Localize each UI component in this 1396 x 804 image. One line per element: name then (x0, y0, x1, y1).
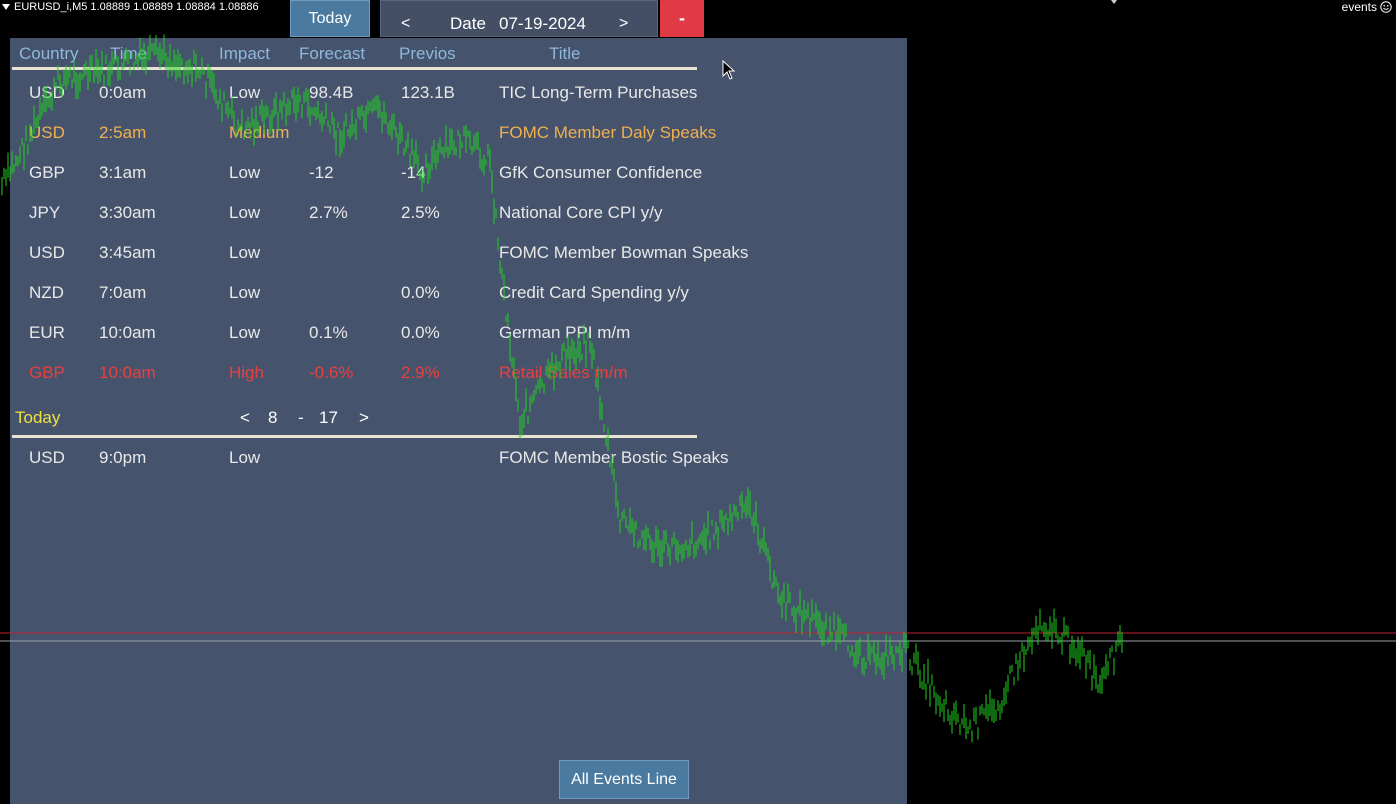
date-prev-button[interactable]: < (401, 15, 410, 33)
indicator-label: events (1342, 0, 1392, 14)
page-next-button[interactable]: > (359, 408, 369, 428)
event-impact: Low (229, 163, 261, 182)
event-impact: Low (229, 83, 261, 102)
date-next-button[interactable]: > (619, 15, 628, 33)
page-separator: - (298, 408, 304, 427)
event-title: FOMC Member Bowman Speaks (499, 243, 749, 262)
event-title: GfK Consumer Confidence (499, 163, 703, 182)
event-previous: 2.5% (401, 203, 440, 222)
symbol-quote-text: EURUSD_i,M5 1.08889 1.08889 1.08884 1.08… (14, 1, 259, 13)
today-divider (12, 435, 697, 438)
date-value: 07-19-2024 (499, 14, 586, 33)
mouse-cursor-icon (722, 60, 736, 80)
page-total: 17 (319, 408, 338, 427)
event-country: JPY (29, 203, 61, 222)
page-current: 8 (268, 408, 278, 427)
event-title: TIC Long-Term Purchases (499, 83, 698, 102)
event-time: 10:0am (99, 323, 156, 342)
event-impact: High (229, 363, 264, 382)
event-title: FOMC Member Daly Speaks (499, 123, 717, 142)
event-forecast: 0.1% (309, 323, 348, 342)
date-navigator: < Date 07-19-2024 > (380, 0, 658, 37)
event-impact: Low (229, 448, 261, 467)
event-title: Retail Sales m/m (499, 363, 628, 382)
event-time: 3:1am (99, 163, 147, 182)
event-impact: Low (229, 283, 261, 302)
event-impact: Low (229, 243, 261, 262)
date-label: Date (450, 14, 486, 33)
event-time: 3:45am (99, 243, 156, 262)
event-previous: 123.1B (401, 83, 455, 102)
today-section-label: Today (15, 408, 61, 427)
events-panel (10, 38, 907, 804)
header-impact: Impact (219, 44, 271, 63)
symbol-info: EURUSD_i,M5 1.08889 1.08889 1.08884 1.08… (2, 0, 259, 14)
header-country: Country (19, 44, 79, 63)
event-title: National Core CPI y/y (499, 203, 663, 222)
page-prev-button[interactable]: < (240, 408, 250, 428)
all-events-line-button[interactable]: All Events Line (559, 760, 689, 799)
event-time: 10:0am (99, 363, 156, 382)
event-previous: 0.0% (401, 283, 440, 302)
event-impact: Low (229, 203, 261, 222)
event-time: 2:5am (99, 123, 147, 142)
event-previous: -14 (401, 163, 426, 182)
event-time: 9:0pm (99, 448, 147, 467)
chart-marker-icon (1111, 0, 1117, 4)
smiley-icon (1380, 1, 1392, 13)
event-title: Credit Card Spending y/y (499, 283, 689, 302)
event-impact: Low (229, 323, 261, 342)
event-forecast: -12 (309, 163, 334, 182)
event-country: GBP (29, 363, 65, 382)
header-divider (12, 67, 697, 70)
event-forecast: 2.7% (309, 203, 348, 222)
event-time: 0:0am (99, 83, 147, 102)
event-time: 7:0am (99, 283, 147, 302)
event-country: EUR (29, 323, 65, 342)
event-previous: 2.9% (401, 363, 440, 382)
event-country: USD (29, 448, 65, 467)
header-time: Time (110, 44, 148, 63)
today-button[interactable]: Today (290, 0, 370, 37)
event-country: NZD (29, 283, 64, 302)
header-forecast: Forecast (299, 44, 366, 63)
event-title: German PPI m/m (499, 323, 631, 342)
header-title: Title (549, 44, 581, 63)
minimize-button[interactable]: - (660, 0, 704, 37)
event-impact: Medium (229, 123, 290, 142)
event-previous: 0.0% (401, 323, 440, 342)
event-time: 3:30am (99, 203, 156, 222)
events-label-text: events (1341, 0, 1377, 14)
event-country: USD (29, 243, 65, 262)
event-country: GBP (29, 163, 65, 182)
event-country: USD (29, 123, 65, 142)
header-previous: Previos (399, 44, 456, 63)
event-forecast: 98.4B (309, 83, 354, 102)
event-title: FOMC Member Bostic Speaks (499, 448, 729, 467)
event-forecast: -0.6% (309, 363, 354, 382)
dropdown-triangle-icon[interactable] (2, 4, 10, 10)
event-country: USD (29, 83, 65, 102)
